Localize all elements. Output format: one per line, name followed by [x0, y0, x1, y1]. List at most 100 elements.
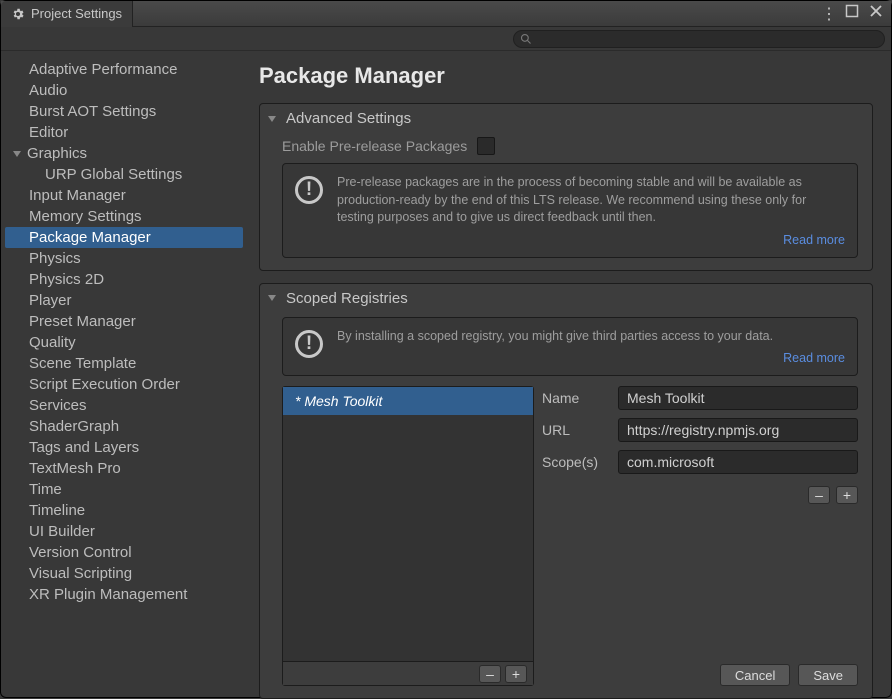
maximize-icon[interactable]: [845, 4, 859, 18]
warning-icon: !: [295, 176, 323, 204]
gear-icon: [11, 7, 25, 21]
project-settings-tab[interactable]: Project Settings: [1, 1, 133, 27]
advanced-settings-header[interactable]: Advanced Settings: [260, 104, 872, 133]
sidebar-item-label: Burst AOT Settings: [29, 103, 156, 120]
name-label: Name: [542, 390, 608, 406]
sidebar-item-input-manager[interactable]: Input Manager: [5, 185, 243, 206]
sidebar-item-quality[interactable]: Quality: [5, 332, 243, 353]
settings-sidebar: Adaptive Performance Audio Burst AOT Setti…: [1, 51, 247, 699]
panel-title: Scoped Registries: [286, 290, 408, 307]
search-icon: [520, 33, 532, 45]
checkbox-label: Enable Pre-release Packages: [282, 138, 467, 154]
sidebar-item-preset-manager[interactable]: Preset Manager: [5, 311, 243, 332]
scopes-label: Scope(s): [542, 454, 608, 470]
add-registry-button[interactable]: +: [505, 665, 527, 683]
sidebar-item-physics[interactable]: Physics: [5, 248, 243, 269]
caret-down-icon: [13, 151, 21, 157]
sidebar-item-label: ShaderGraph: [29, 418, 119, 435]
sidebar-item-urp-global-settings[interactable]: URP Global Settings: [5, 164, 243, 185]
search-input[interactable]: [513, 30, 885, 48]
sidebar-item-textmesh-pro[interactable]: TextMesh Pro: [5, 458, 243, 479]
sidebar-item-memory-settings[interactable]: Memory Settings: [5, 206, 243, 227]
sidebar-item-label: Tags and Layers: [29, 439, 139, 456]
sidebar-item-package-manager[interactable]: Package Manager: [5, 227, 243, 248]
kebab-menu-icon[interactable]: ⋮: [821, 4, 835, 24]
sidebar-item-label: UI Builder: [29, 523, 95, 540]
title-bar: Project Settings ⋮: [1, 1, 891, 27]
sidebar-item-label: Timeline: [29, 502, 85, 519]
sidebar-item-physics-2d[interactable]: Physics 2D: [5, 269, 243, 290]
scoped-info-box: ! By installing a scoped registry, you m…: [282, 317, 858, 377]
close-icon[interactable]: [869, 4, 883, 18]
caret-down-icon: [268, 295, 276, 301]
remove-scope-button[interactable]: –: [808, 486, 830, 504]
sidebar-item-ui-builder[interactable]: UI Builder: [5, 521, 243, 542]
registry-url-input[interactable]: [618, 418, 858, 442]
sidebar-item-label: Preset Manager: [29, 313, 136, 330]
registry-list: * Mesh Toolkit – +: [282, 386, 534, 686]
sidebar-item-script-execution-order[interactable]: Script Execution Order: [5, 374, 243, 395]
sidebar-item-label: Visual Scripting: [29, 565, 132, 582]
prerelease-info-text: Pre-release packages are in the process …: [337, 174, 845, 227]
sidebar-item-services[interactable]: Services: [5, 395, 243, 416]
page-title: Package Manager: [259, 63, 873, 89]
panel-title: Advanced Settings: [286, 110, 411, 127]
sidebar-item-label: Input Manager: [29, 187, 126, 204]
sidebar-item-audio[interactable]: Audio: [5, 80, 243, 101]
scoped-registries-header[interactable]: Scoped Registries: [260, 284, 872, 313]
prerelease-readmore-link[interactable]: Read more: [783, 233, 845, 247]
advanced-settings-panel: Advanced Settings Enable Pre-release Pac…: [259, 103, 873, 271]
sidebar-item-label: Version Control: [29, 544, 132, 561]
registry-name-input[interactable]: [618, 386, 858, 410]
sidebar-item-xr-plugin-management[interactable]: XR Plugin Management: [5, 584, 243, 605]
sidebar-item-label: Memory Settings: [29, 208, 142, 225]
remove-registry-button[interactable]: –: [479, 665, 501, 683]
sidebar-item-player[interactable]: Player: [5, 290, 243, 311]
add-scope-button[interactable]: +: [836, 486, 858, 504]
sidebar-item-visual-scripting[interactable]: Visual Scripting: [5, 563, 243, 584]
sidebar-item-shadergraph[interactable]: ShaderGraph: [5, 416, 243, 437]
settings-content: Package Manager Advanced Settings Enable…: [247, 51, 891, 699]
save-button[interactable]: Save: [798, 664, 858, 686]
sidebar-item-label: URP Global Settings: [45, 166, 182, 183]
warning-icon: !: [295, 330, 323, 358]
prerelease-info-box: ! Pre-release packages are in the proces…: [282, 163, 858, 258]
sidebar-item-scene-template[interactable]: Scene Template: [5, 353, 243, 374]
sidebar-item-label: Audio: [29, 82, 67, 99]
sidebar-item-label: XR Plugin Management: [29, 586, 187, 603]
sidebar-item-timeline[interactable]: Timeline: [5, 500, 243, 521]
sidebar-item-label: Player: [29, 292, 72, 309]
enable-prerelease-checkbox[interactable]: [477, 137, 495, 155]
sidebar-item-label: Package Manager: [29, 229, 151, 246]
sidebar-item-time[interactable]: Time: [5, 479, 243, 500]
sidebar-item-label: Scene Template: [29, 355, 136, 372]
registry-scope-input[interactable]: [618, 450, 858, 474]
sidebar-item-label: Physics 2D: [29, 271, 104, 288]
scoped-registries-panel: Scoped Registries ! By installing a scop…: [259, 283, 873, 699]
scoped-info-text: By installing a scoped registry, you mig…: [337, 328, 845, 346]
sidebar-item-label: Quality: [29, 334, 76, 351]
cancel-button[interactable]: Cancel: [720, 664, 790, 686]
url-label: URL: [542, 422, 608, 438]
sidebar-item-label: Physics: [29, 250, 81, 267]
sidebar-item-label: Graphics: [27, 145, 87, 162]
sidebar-item-label: Time: [29, 481, 62, 498]
sidebar-item-tags-and-layers[interactable]: Tags and Layers: [5, 437, 243, 458]
sidebar-item-adaptive-performance[interactable]: Adaptive Performance: [5, 59, 243, 80]
enable-prerelease-row: Enable Pre-release Packages: [282, 137, 858, 155]
sidebar-item-burst-aot-settings[interactable]: Burst AOT Settings: [5, 101, 243, 122]
registry-list-footer: – +: [283, 661, 533, 685]
sidebar-item-editor[interactable]: Editor: [5, 122, 243, 143]
sidebar-item-label: TextMesh Pro: [29, 460, 121, 477]
sidebar-item-label: Editor: [29, 124, 68, 141]
caret-down-icon: [268, 116, 276, 122]
scoped-readmore-link[interactable]: Read more: [783, 351, 845, 365]
registry-item[interactable]: * Mesh Toolkit: [283, 387, 533, 415]
sidebar-item-label: Script Execution Order: [29, 376, 180, 393]
sidebar-item-graphics[interactable]: Graphics: [5, 143, 243, 164]
tab-label: Project Settings: [31, 6, 122, 21]
sidebar-item-version-control[interactable]: Version Control: [5, 542, 243, 563]
search-bar: [1, 27, 891, 51]
sidebar-item-label: Services: [29, 397, 87, 414]
registry-form: Name URL Scope(s) – +: [542, 386, 858, 686]
